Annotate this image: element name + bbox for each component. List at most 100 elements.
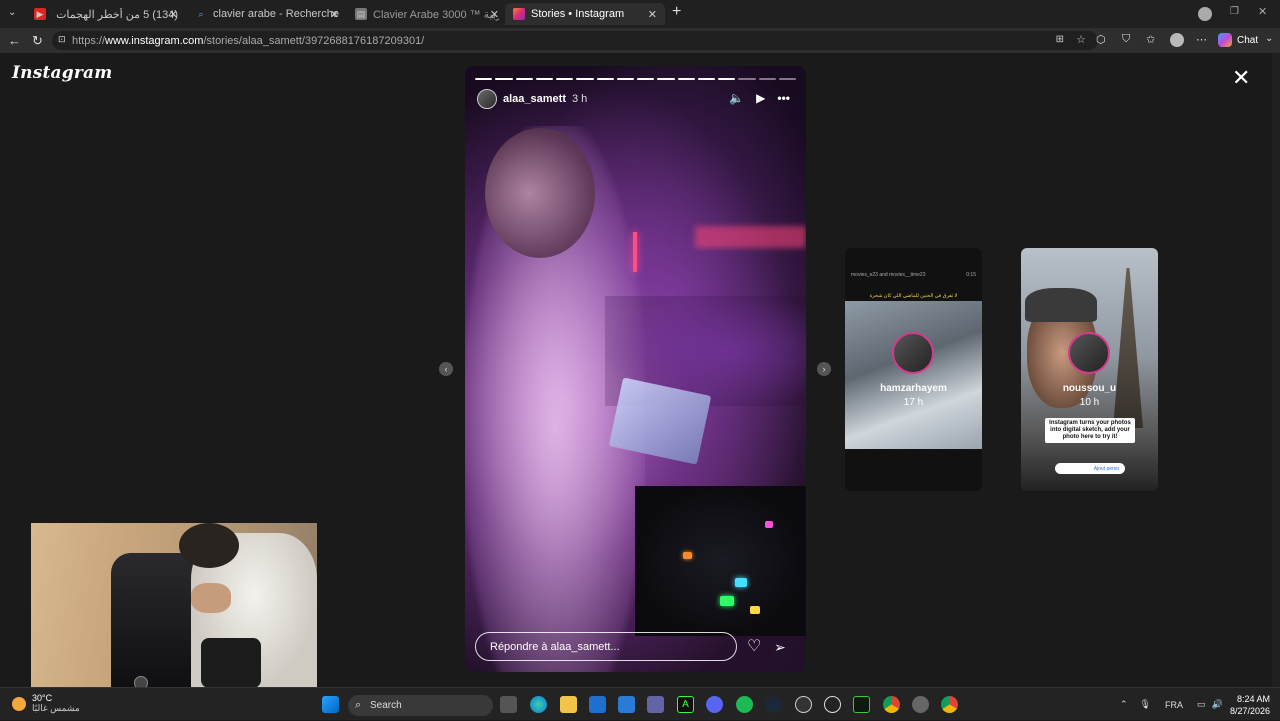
app-green-icon[interactable]: [853, 696, 870, 713]
copilot-chat-button[interactable]: Chat: [1218, 33, 1258, 47]
weather-sun-icon: [12, 696, 26, 711]
close-icon[interactable]: ✕: [169, 8, 178, 21]
close-stories-icon[interactable]: ✕: [1232, 67, 1250, 89]
play-icon[interactable]: ▶: [756, 91, 765, 105]
tray-chevron-up-icon[interactable]: ⌃: [1120, 699, 1128, 710]
edge-icon[interactable]: [530, 696, 547, 713]
webcam-person-arm: [191, 583, 231, 613]
tab-actions-chevron-icon[interactable]: ⌄: [8, 7, 16, 18]
tab-search[interactable]: ⌕ clavier arabe - Recherche ✕: [187, 3, 347, 25]
preview-duration: 0:15: [966, 272, 976, 278]
spotify-icon[interactable]: [736, 696, 753, 713]
task-view-icon[interactable]: [500, 696, 517, 713]
close-icon[interactable]: ✕: [330, 8, 339, 21]
url-field[interactable]: ⊡ https://www.instagram.com/stories/alaa…: [52, 31, 1098, 50]
progress-segment: [515, 78, 533, 80]
story-time: 3 h: [572, 93, 588, 105]
tab-title: (134) 5 من أخطر الهجمات التي تعرض: [52, 8, 178, 21]
progress-segment: [637, 78, 655, 80]
page-icon: ▤: [355, 8, 367, 20]
tab-instagram[interactable]: Stories • Instagram ✕: [505, 3, 665, 25]
weather-widget[interactable]: 30°C مشمس غالبًا: [12, 693, 80, 714]
chrome-icon[interactable]: [941, 696, 958, 713]
preview-time: 17 h: [903, 397, 924, 408]
preview-caption-arabic: لا تفرق في الحنين للماضي اللي كان شحرة: [869, 293, 958, 299]
progress-segment: [738, 78, 756, 80]
file-explorer-icon[interactable]: [560, 696, 577, 713]
story-header: alaa_samett 3 h: [477, 89, 587, 109]
story-controls: 🔈 ▶ •••: [729, 91, 790, 105]
app-a-icon[interactable]: A: [677, 696, 694, 713]
instagram-icon: [513, 8, 525, 20]
teams-icon[interactable]: [647, 696, 664, 713]
split-screen-icon[interactable]: ⊞: [1056, 34, 1064, 45]
chevron-down-icon[interactable]: ⌄: [1265, 33, 1273, 44]
new-tab-plus-icon[interactable]: +: [672, 3, 681, 21]
browser-tab-bar: ⌄ ▶ (134) 5 من أخطر الهجمات التي تعرض ✕ …: [0, 0, 1280, 28]
instagram-stories-page: Instagram ✕ alaa_samett 3 h 🔈 ▶ ••• Répo…: [0, 53, 1280, 690]
windows-start-icon[interactable]: [322, 696, 339, 713]
browser-essentials-icon[interactable]: ⛉: [1122, 33, 1130, 46]
profile-avatar-icon[interactable]: [1170, 33, 1184, 47]
story-preview-noussou-u[interactable]: noussou_u 10 h Instagram turns your phot…: [1021, 248, 1158, 491]
progress-segment: [677, 78, 695, 80]
taskbar-search-input[interactable]: ⌕ Search: [348, 695, 493, 716]
language-indicator[interactable]: FRA: [1165, 700, 1183, 710]
story-preview-hamzarhayem[interactable]: movies_e23 and movies__time23 0:15 لا تف…: [845, 248, 982, 491]
close-icon[interactable]: ✕: [648, 8, 657, 21]
steam-icon[interactable]: [765, 696, 782, 713]
window-close-icon[interactable]: ✕: [1258, 5, 1267, 18]
xbox-icon[interactable]: [824, 696, 841, 713]
story-username[interactable]: alaa_samett: [503, 93, 566, 105]
microphone-icon[interactable]: 🎙: [1140, 699, 1151, 710]
scrollbar[interactable]: [1272, 53, 1280, 687]
instagram-logo[interactable]: Instagram: [12, 63, 112, 83]
outlook-icon[interactable]: [589, 696, 606, 713]
favorite-star-icon[interactable]: ☆: [1076, 33, 1086, 46]
preview-sticker-text: Instagram turns your photos into digital…: [1045, 418, 1135, 443]
extensions-icon[interactable]: ⬡: [1096, 33, 1106, 46]
discord-icon[interactable]: [706, 696, 723, 713]
reload-icon[interactable]: ↻: [32, 33, 43, 49]
back-arrow-icon[interactable]: ←: [8, 33, 21, 48]
tab-youtube[interactable]: ▶ (134) 5 من أخطر الهجمات التي تعرض ✕: [26, 3, 186, 25]
progress-segment: [778, 78, 796, 80]
story-avatar[interactable]: [477, 89, 497, 109]
story-viewer[interactable]: alaa_samett 3 h 🔈 ▶ ••• Répondre à alaa_…: [465, 66, 806, 672]
window-restore-icon[interactable]: ❐: [1230, 6, 1239, 17]
story-scene-led-yellow: [750, 606, 760, 614]
window-minimize-icon[interactable]: ‒: [1202, 6, 1208, 17]
more-menu-icon[interactable]: ⋯: [1196, 33, 1207, 46]
next-story-arrow-icon[interactable]: ›: [817, 362, 831, 376]
url-prefix: https://: [72, 34, 106, 47]
reply-input[interactable]: Répondre à alaa_samett...: [475, 632, 737, 661]
search-icon: ⌕: [355, 699, 362, 711]
story-scene-head: [485, 128, 595, 258]
windows-taskbar: 30°C مشمس غالبًا ⌕ Search A ⌃ 🎙 FRA ▭ 🔊 …: [0, 687, 1280, 720]
search-placeholder: Search: [370, 700, 402, 711]
heart-icon[interactable]: ♡: [747, 636, 761, 656]
favorites-icon[interactable]: ✩: [1146, 33, 1155, 46]
volume-icon[interactable]: 🔈: [729, 91, 744, 105]
clock-date: 8/27/2026: [1229, 706, 1270, 716]
store-icon[interactable]: [618, 696, 635, 713]
progress-segment: [758, 78, 776, 80]
weather-temp: 30°C: [32, 693, 53, 703]
send-icon[interactable]: ➢: [774, 639, 786, 656]
chrome-icon[interactable]: [883, 696, 900, 713]
preview-sticker-button: Ajout perso: [1093, 465, 1119, 472]
weather-description: مشمس غالبًا: [32, 703, 80, 713]
tab-clavier[interactable]: ▤ Clavier Arabe 3000 ™ الكتابة بالعربية …: [347, 3, 507, 25]
progress-segment: [697, 78, 715, 80]
clock[interactable]: 8:24 AM 8/27/2026: [1220, 693, 1270, 717]
close-icon[interactable]: ✕: [490, 8, 499, 21]
settings-gear-icon[interactable]: [912, 696, 929, 713]
story-scene-led-green: [720, 596, 734, 606]
app-circle-icon[interactable]: [795, 696, 812, 713]
more-options-icon[interactable]: •••: [777, 91, 790, 105]
site-info-icon[interactable]: ⊡: [58, 34, 66, 45]
network-icon[interactable]: ▭: [1197, 699, 1206, 710]
previous-story-arrow-icon[interactable]: ‹: [439, 362, 453, 376]
preview-sticker-bar: Ajout perso: [1055, 463, 1125, 474]
progress-segment: [475, 78, 493, 80]
